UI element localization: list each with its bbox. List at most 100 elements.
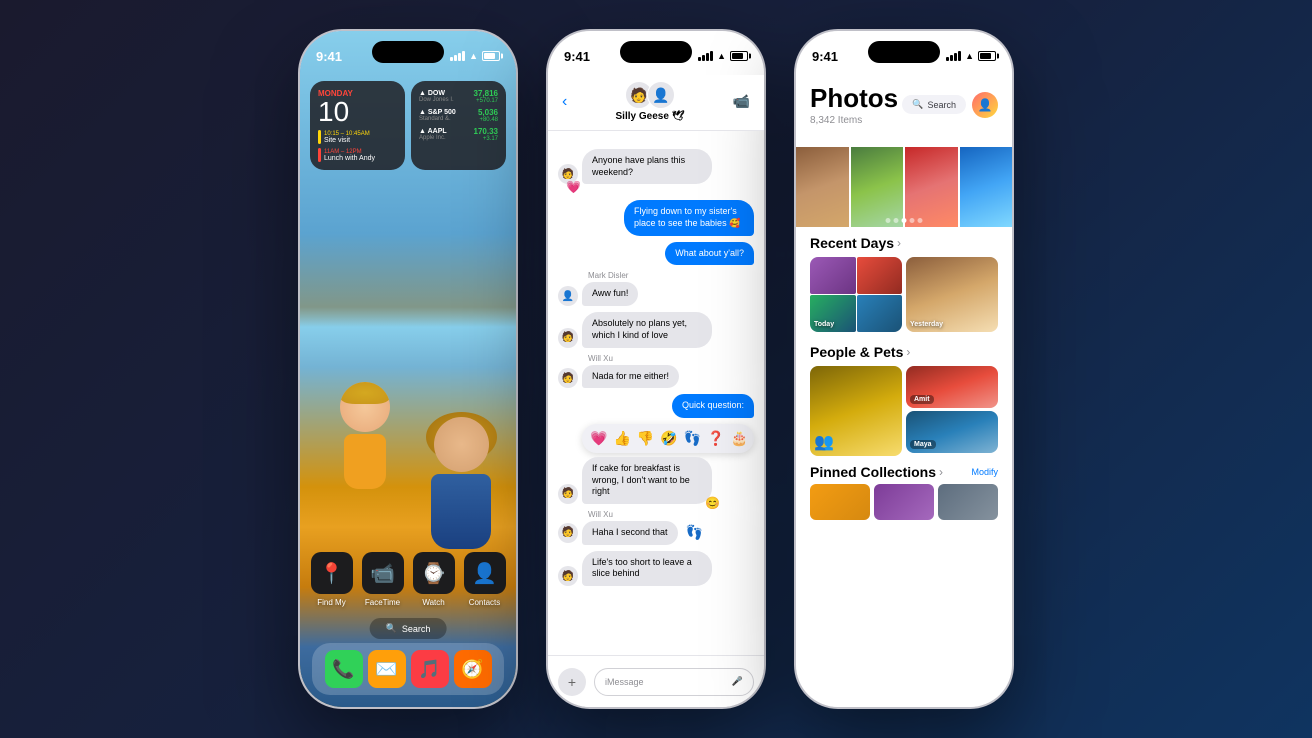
hero-photo-1[interactable] (796, 147, 849, 227)
wifi-icon: ▲ (469, 51, 478, 61)
bubble-text: If cake for breakfast is wrong, I don't … (582, 457, 712, 504)
message-bubble: 🧑 Anyone have plans this weekend? 💗 (558, 149, 754, 194)
wifi-icon-2: ▲ (717, 51, 726, 61)
bubble-text: What about y'all? (665, 242, 754, 266)
back-button[interactable]: ‹ (562, 93, 567, 111)
bubble-text: Haha I second that (582, 521, 678, 545)
dot-2 (894, 218, 899, 223)
hero-photo-3[interactable] (905, 147, 958, 227)
battery-icon-2 (730, 51, 748, 61)
bubble-text: Flying down to my sister's place to see … (624, 200, 754, 235)
today-album[interactable]: Today (810, 257, 902, 332)
person-name-maya: Maya (910, 440, 936, 449)
dynamic-island (372, 41, 444, 63)
contact-info: 🧑 👤 Silly Geese 🕊 (616, 81, 685, 122)
add-attachment-button[interactable]: + (558, 668, 586, 696)
pinned-thumb-2[interactable] (874, 484, 934, 520)
user-avatar[interactable]: 👤 (972, 92, 998, 118)
message-input[interactable]: iMessage 🎤 (594, 668, 754, 696)
phone-photos: 9:41 ▲ Photos 8,342 Items (794, 29, 1014, 709)
stock-sp500: ▲ S&P 500 Standard &. 5,036 +80.48 (419, 108, 498, 123)
sender-label: Will Xu (588, 510, 754, 519)
avatar-2: 👤 (647, 81, 675, 109)
hero-photo-2[interactable] (851, 147, 904, 227)
stock-aapl: ▲ AAPL Apple Inc. 170.33 +3.17 (419, 127, 498, 142)
input-placeholder: iMessage (605, 677, 644, 687)
tapback: 😊 (705, 496, 720, 510)
photos-title-group: Photos 8,342 Items (810, 83, 898, 126)
dock-mail[interactable]: ✉️ (368, 650, 406, 688)
sender-avatar: 🧑 (558, 566, 578, 586)
phone-homescreen: 9:41 ▲ Monday 10 (298, 29, 518, 709)
pinned-thumb-3[interactable] (938, 484, 998, 520)
dot-3 (902, 218, 907, 223)
yesterday-album[interactable]: Yesterday (906, 257, 998, 332)
signal-icon (450, 51, 465, 61)
photos-title: Photos (810, 83, 898, 114)
sender-avatar: 🧑 (558, 484, 578, 504)
pinned-thumb-1[interactable] (810, 484, 870, 520)
mic-button[interactable]: 🎤 (732, 676, 743, 687)
recent-days-header: Recent Days › (810, 235, 998, 251)
stocks-widget[interactable]: ▲ DOW Dow Jones I. 37,816 +570.17 ▲ S&P … (411, 81, 506, 170)
photos-content: Recent Days › Today (796, 147, 1012, 707)
message-bubble: What about y'all? (558, 242, 754, 266)
message-bubble: 🧑 If cake for breakfast is wrong, I don'… (558, 457, 754, 504)
message-bubble: 🧑 Absolutely no plans yet, which I kind … (558, 312, 754, 347)
dock-safari[interactable]: 🧭 (454, 650, 492, 688)
phone-messages: 9:41 ▲ ‹ 🧑 👤 (546, 29, 766, 709)
message-input-bar: + iMessage 🎤 (548, 655, 764, 707)
search-icon: 🔍 (912, 99, 923, 110)
app-facetime[interactable]: 📹 FaceTime (361, 552, 404, 607)
calendar-widget[interactable]: Monday 10 10:15 – 10:45AM Site visit 11A… (310, 81, 405, 170)
stock-dow: ▲ DOW Dow Jones I. 37,816 +570.17 (419, 89, 498, 104)
bubble-text: Aww fun! (582, 282, 638, 306)
message-bubble: 🧑 Nada for me either! (558, 365, 754, 389)
hero-pagination (886, 218, 923, 223)
chevron-icon: › (939, 465, 943, 479)
amit-photo[interactable]: Amit (906, 366, 998, 408)
pinned-header: Pinned Collections › Modify (810, 464, 998, 480)
reaction: 💗 (566, 180, 581, 194)
people-pets-section: People & Pets › 👥 Amit Maya (796, 336, 1012, 460)
dock-music[interactable]: 🎵 (411, 650, 449, 688)
photos-header: Photos 8,342 Items 🔍 Search 👤 (796, 75, 1012, 134)
bubble-text: Absolutely no plans yet, which I kind of… (582, 312, 712, 347)
dock-phone[interactable]: 📞 (325, 650, 363, 688)
emoji-picker[interactable]: 💗 👍 👎 🤣 👣 ❓ 🎂 (582, 424, 754, 453)
chevron-icon: › (906, 345, 910, 359)
dot-4 (910, 218, 915, 223)
video-call-button[interactable]: 📹 (733, 93, 750, 110)
bubble-text: Nada for me either! (582, 365, 679, 389)
people-large-photo[interactable]: 👥 (810, 366, 902, 456)
maya-photo[interactable]: Maya (906, 411, 998, 453)
modify-button[interactable]: Modify (971, 467, 998, 477)
calendar-event-2: 11AM – 12PM Lunch with Andy (318, 148, 397, 162)
sender-label: Mark Disler (588, 271, 754, 280)
bubble-text: Anyone have plans this weekend? (582, 149, 712, 184)
photos-search-button[interactable]: 🔍 Search (902, 95, 966, 114)
today-label: Today (814, 321, 834, 328)
recent-days-grid: Today Yesterday (810, 257, 998, 332)
group-icon: 👥 (814, 432, 834, 452)
pinned-collections-section: Pinned Collections › Modify (796, 460, 1012, 524)
widgets-row: Monday 10 10:15 – 10:45AM Site visit 11A… (310, 81, 506, 170)
hero-photos-strip (796, 147, 1012, 227)
sender-avatar: 🧑 (558, 368, 578, 388)
search-label: Search (402, 624, 431, 634)
calendar-event-1: 10:15 – 10:45AM Site visit (318, 130, 397, 144)
people-grid: 👥 Amit Maya (810, 366, 998, 456)
status-time: 9:41 (316, 49, 342, 64)
search-pill[interactable]: 🔍 Search (370, 618, 447, 639)
reaction-emoji: 👣 (686, 524, 703, 541)
message-bubble: Flying down to my sister's place to see … (558, 200, 754, 235)
messages-list: 🧑 Anyone have plans this weekend? 💗 Flyi… (548, 141, 764, 655)
yesterday-label: Yesterday (910, 321, 943, 328)
app-findmy[interactable]: 📍 Find My (310, 552, 353, 607)
dot-1 (886, 218, 891, 223)
hero-photo-4[interactable] (960, 147, 1013, 227)
chevron-icon: › (897, 236, 901, 250)
status-icons-3: ▲ (946, 51, 996, 61)
dock: 📞 ✉️ 🎵 🧭 (312, 643, 504, 695)
bubble-text: Quick question: (672, 394, 754, 418)
